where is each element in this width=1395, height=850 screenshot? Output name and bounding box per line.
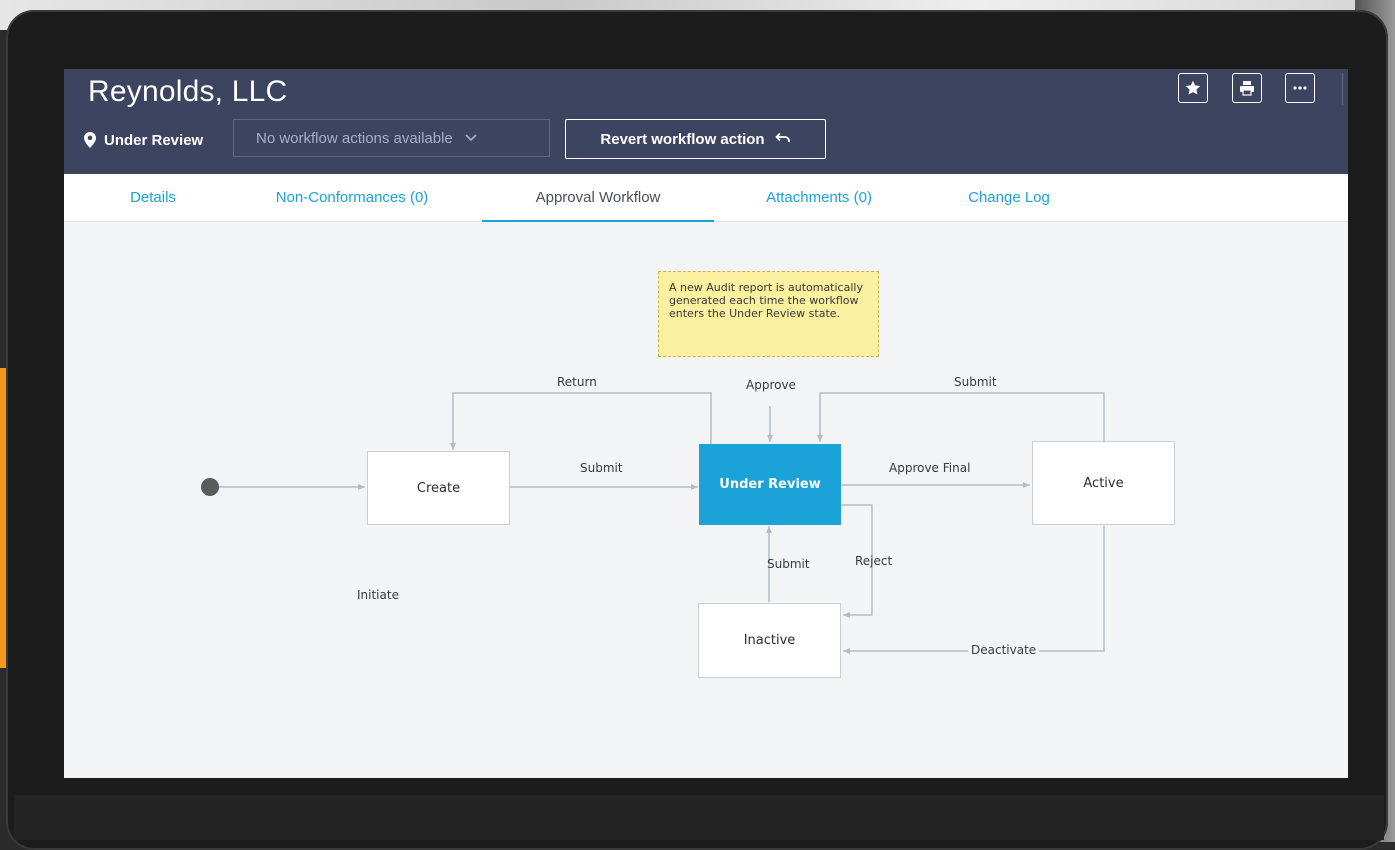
state-create[interactable]: Create [367,451,510,525]
device-bottom-bezel [14,795,1384,840]
edge-label-initiate: Initiate [357,588,399,602]
edge-submit-from-active [817,392,1105,442]
state-active[interactable]: Active [1032,441,1175,525]
start-node [201,478,219,496]
edge-label-deactivate: Deactivate [968,643,1040,657]
state-inactive[interactable]: Inactive [698,603,841,678]
edge-deactivate [843,526,1105,654]
edge-label-reject: Reject [855,554,893,568]
edge-label-submit: Submit [580,461,623,475]
edge-label-submit-inactive: Submit [767,557,810,571]
edge-label-return: Return [557,375,597,389]
app-screen: Reynolds, LLC Under Review No workflow a… [64,69,1348,778]
edge-return [450,392,712,450]
state-under-review[interactable]: Under Review [699,444,841,525]
workflow-note: A new Audit report is automatically gene… [658,271,879,357]
edge-label-approve-final: Approve Final [889,461,971,475]
edge-label-submit-active: Submit [954,375,997,389]
edge-label-approve: Approve [746,378,796,392]
